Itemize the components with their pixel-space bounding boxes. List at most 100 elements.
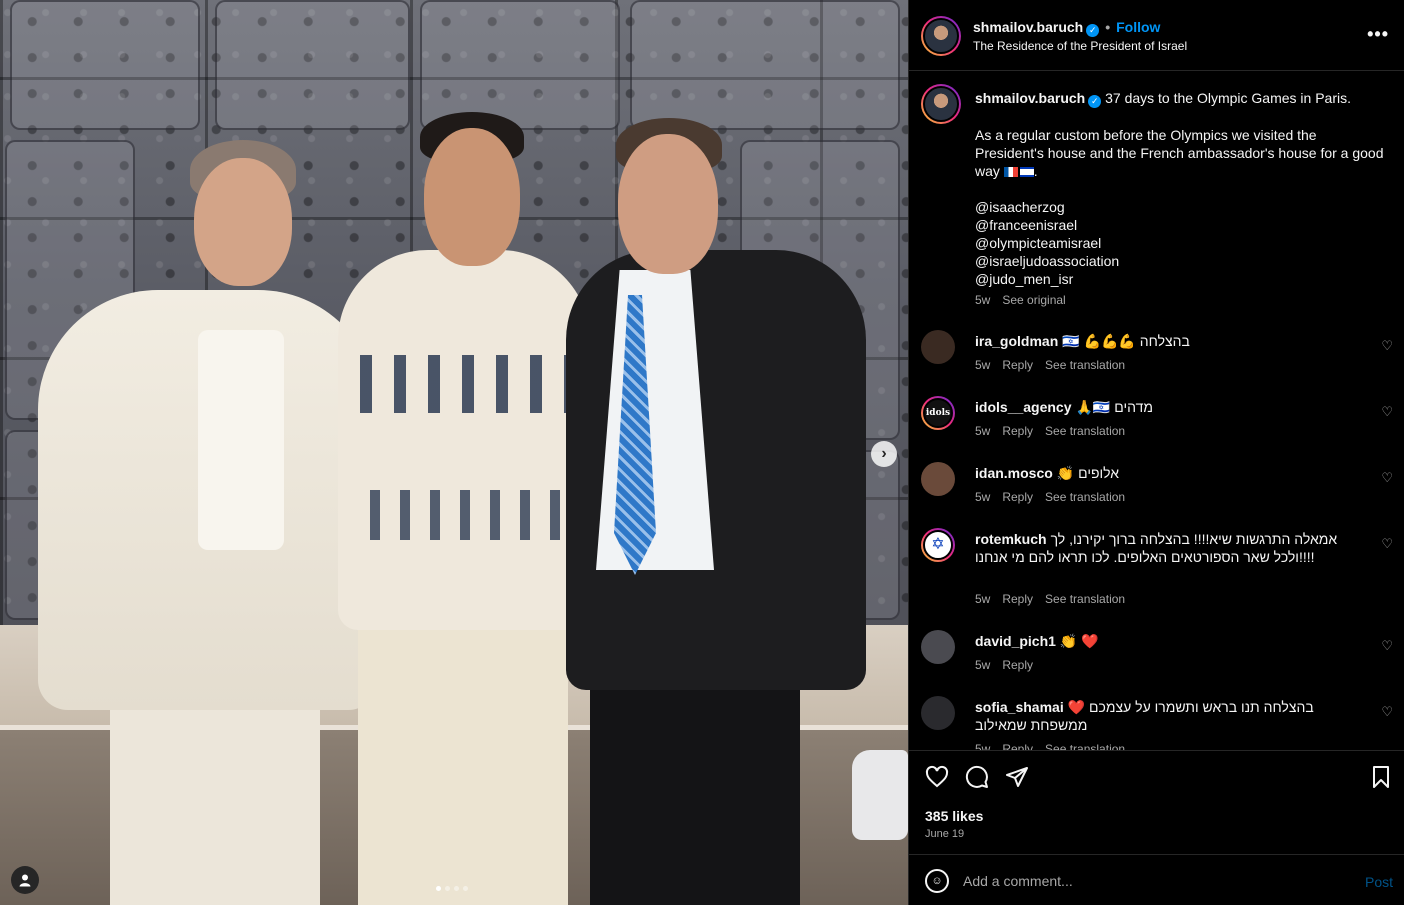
- man1-tiedye-stripe: [370, 490, 570, 540]
- idols-logo: idols: [923, 398, 953, 428]
- reply-button[interactable]: Reply: [1002, 490, 1033, 504]
- israel-flag-icon: [1019, 167, 1034, 177]
- comment-age: 5w: [975, 490, 991, 504]
- follow-button[interactable]: Follow: [1116, 19, 1160, 35]
- author-username[interactable]: shmailov.baruch: [973, 19, 1083, 35]
- emoji-picker-icon[interactable]: ☺: [925, 869, 949, 893]
- wall-tile: [630, 0, 900, 130]
- see-translation-link[interactable]: See translation: [1045, 742, 1125, 750]
- comment-age: 5w: [975, 658, 991, 672]
- more-options-icon[interactable]: •••: [1367, 24, 1389, 45]
- comment-meta: 5w Reply See translation: [975, 742, 1137, 750]
- share-send-icon[interactable]: [1005, 765, 1031, 791]
- comment-input[interactable]: [963, 869, 1343, 893]
- comments-scroll-area[interactable]: shmailov.baruch ✓ 37 days to the Olympic …: [909, 72, 1404, 750]
- like-comment-heart-icon[interactable]: ♡: [1381, 536, 1393, 552]
- woman-blouse: [198, 330, 284, 550]
- comment-text: 👏 ❤️: [1059, 633, 1099, 649]
- wall-tile: [420, 0, 620, 130]
- like-comment-heart-icon[interactable]: ♡: [1381, 638, 1393, 654]
- star-of-david-icon: ✡: [923, 530, 953, 560]
- mention-link[interactable]: @isaacherzog: [975, 198, 1385, 216]
- comment-text: 🙏🇮🇱 מדהים: [1075, 399, 1153, 415]
- carousel-dot: [445, 886, 450, 891]
- wall-tile: [10, 0, 200, 130]
- commenter-avatar[interactable]: [921, 696, 955, 730]
- save-bookmark-icon[interactable]: [1369, 765, 1395, 791]
- post-date: June 19: [925, 828, 965, 840]
- comment-text-line: idan.mosco 👏 אלופים: [975, 464, 1355, 482]
- see-translation-link[interactable]: See translation: [1045, 592, 1125, 606]
- reply-button[interactable]: Reply: [1002, 742, 1033, 750]
- comment-text-line: rotemkuch אמאלה התרגשות שיא!!!! בהצלחה בר…: [975, 530, 1365, 566]
- man1-tiedye-stripe: [360, 355, 575, 413]
- reply-button[interactable]: Reply: [1002, 358, 1033, 372]
- see-translation-link[interactable]: See translation: [1045, 358, 1125, 372]
- man2-face: [618, 134, 718, 274]
- reply-button[interactable]: Reply: [1002, 658, 1033, 672]
- post-location[interactable]: The Residence of the President of Israel: [973, 39, 1187, 53]
- see-original-link[interactable]: See original: [1002, 293, 1065, 307]
- caption-line-2-end: .: [1033, 163, 1038, 179]
- carousel-indicator: [436, 886, 468, 891]
- commenter-avatar[interactable]: [921, 462, 955, 496]
- commenter-avatar[interactable]: [921, 630, 955, 664]
- commenter-username[interactable]: rotemkuch: [975, 531, 1047, 547]
- comment-text-line: sofia_shamai ❤️ בהצלחה תנו בראש ותשמרו על…: [975, 698, 1355, 734]
- comment-text-line: idols__agency 🙏🇮🇱 מדהים: [975, 398, 1355, 416]
- likes-count[interactable]: 385 likes: [925, 808, 983, 824]
- like-comment-heart-icon[interactable]: ♡: [1381, 470, 1393, 486]
- comment-bubble-icon[interactable]: [965, 765, 991, 791]
- man1-shirt: [338, 250, 590, 630]
- tagged-users-button[interactable]: [11, 866, 39, 894]
- like-comment-heart-icon[interactable]: ♡: [1381, 704, 1393, 720]
- commenter-avatar[interactable]: [921, 330, 955, 364]
- reply-button[interactable]: Reply: [1002, 592, 1033, 606]
- mention-link[interactable]: @franceenisrael: [975, 216, 1385, 234]
- comment-text: 🇮🇱 💪💪💪 בהצלחה: [1062, 333, 1190, 349]
- see-translation-link[interactable]: See translation: [1045, 490, 1125, 504]
- mention-link[interactable]: @olympicteamisrael: [975, 234, 1385, 252]
- reply-button[interactable]: Reply: [1002, 424, 1033, 438]
- like-comment-heart-icon[interactable]: ♡: [1381, 338, 1393, 354]
- user-icon: [19, 874, 31, 887]
- comment-age: 5w: [975, 358, 991, 372]
- see-translation-link[interactable]: See translation: [1045, 424, 1125, 438]
- comment-age: 5w: [975, 424, 991, 438]
- france-flag-icon: [1003, 167, 1018, 177]
- mention-link[interactable]: @israeljudoassociation: [975, 252, 1385, 270]
- commenter-username[interactable]: idols__agency: [975, 399, 1072, 415]
- commenter-username[interactable]: sofia_shamai: [975, 699, 1064, 715]
- like-comment-heart-icon[interactable]: ♡: [1381, 404, 1393, 420]
- comment-text: 👏 אלופים: [1056, 465, 1120, 481]
- caption-author-avatar[interactable]: [921, 84, 961, 124]
- caption-age: 5w: [975, 293, 991, 307]
- comment-age: 5w: [975, 742, 991, 750]
- caption-username[interactable]: shmailov.baruch: [975, 90, 1085, 106]
- author-avatar[interactable]: [921, 16, 961, 56]
- commenter-avatar[interactable]: idols: [921, 396, 955, 430]
- mention-link[interactable]: @judo_men_isr: [975, 270, 1385, 288]
- like-heart-icon[interactable]: [925, 765, 951, 791]
- post-header: shmailov.baruch ✓ • Follow The Residence of…: [909, 0, 1404, 71]
- post-caption: shmailov.baruch ✓ 37 days to the Olympic …: [975, 89, 1385, 288]
- commenter-avatar[interactable]: ✡: [921, 528, 955, 562]
- next-photo-button[interactable]: ›: [871, 441, 897, 467]
- post-actions: 385 likes June 19: [909, 750, 1404, 854]
- commenter-username[interactable]: david_pich1: [975, 633, 1056, 649]
- bystander-sneaker: [852, 750, 908, 840]
- verified-badge-icon: ✓: [1086, 24, 1100, 37]
- comment-meta: 5w Reply See translation: [975, 592, 1137, 606]
- man1-trousers: [358, 590, 568, 905]
- commenter-username[interactable]: idan.mosco: [975, 465, 1053, 481]
- author-username-line: shmailov.baruch ✓ • Follow: [973, 19, 1160, 37]
- man1-face: [424, 128, 520, 266]
- post-comment-button[interactable]: Post: [1365, 874, 1393, 890]
- post-side-panel: shmailov.baruch ✓ • Follow The Residence of…: [908, 0, 1404, 905]
- add-comment-bar: ☺ Post: [909, 854, 1404, 905]
- comment-meta: 5w Reply See translation: [975, 424, 1137, 438]
- comment-age: 5w: [975, 592, 991, 606]
- commenter-username[interactable]: ira_goldman: [975, 333, 1058, 349]
- post-photo[interactable]: ›: [0, 0, 908, 905]
- carousel-dot: [454, 886, 459, 891]
